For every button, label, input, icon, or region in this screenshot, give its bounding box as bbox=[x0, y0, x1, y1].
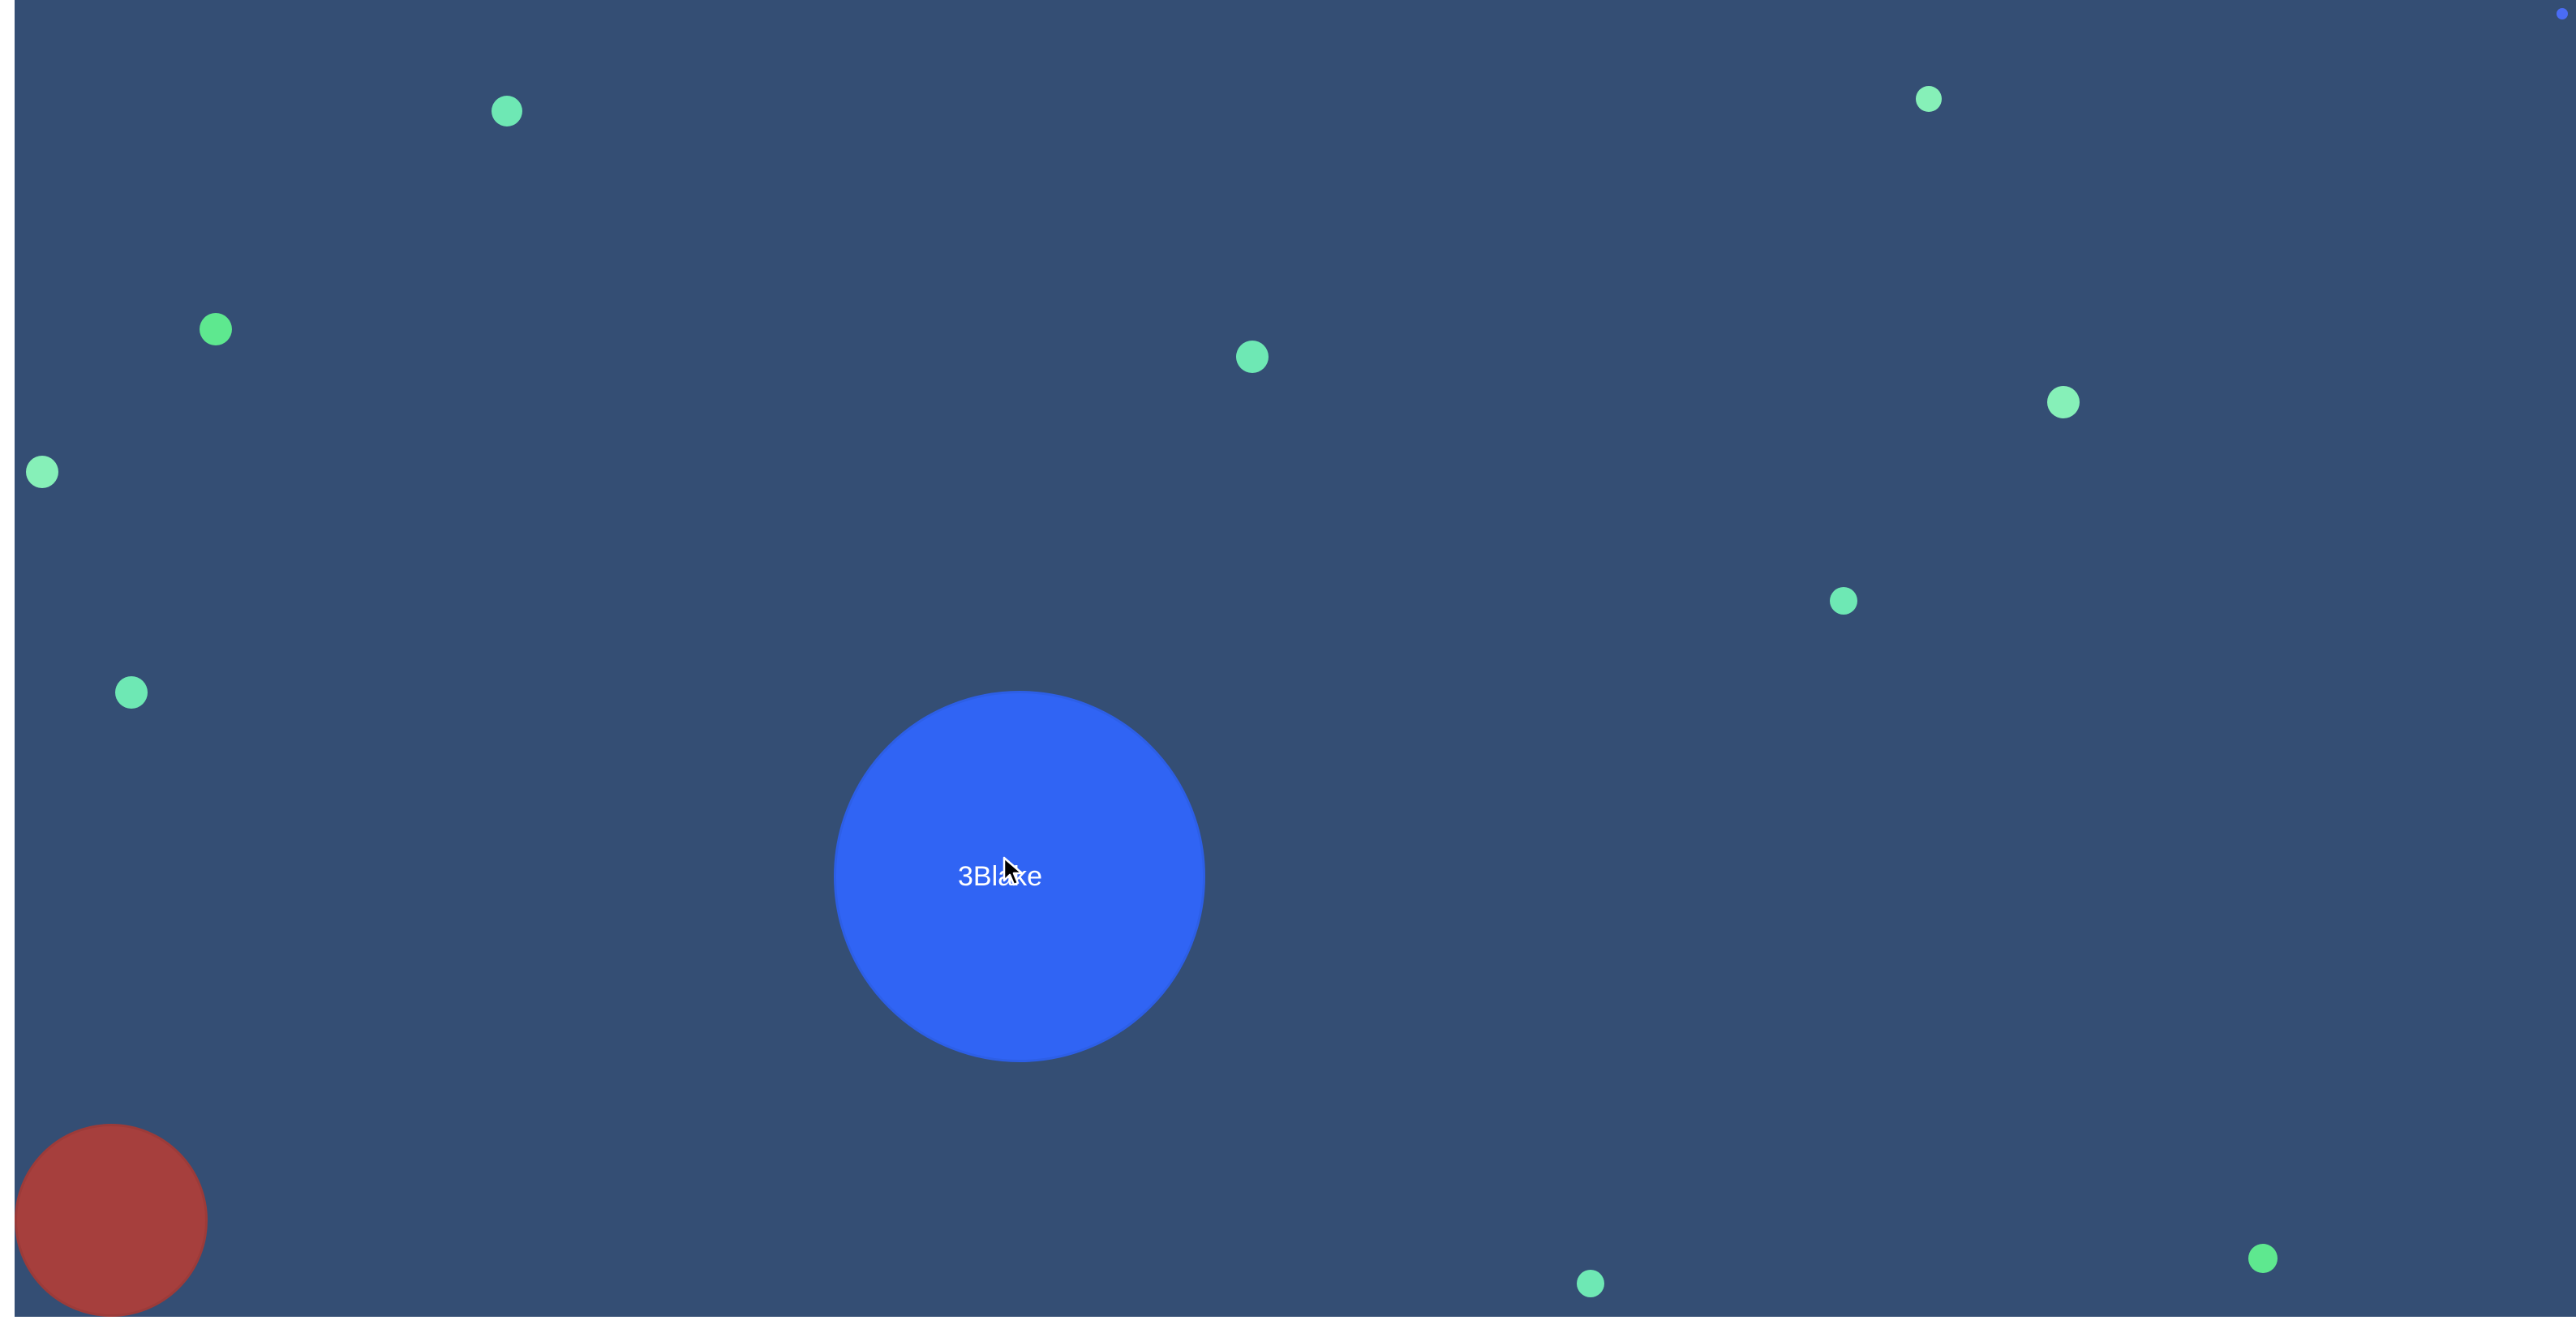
corner-indicator-dot bbox=[2557, 8, 2568, 19]
food-pellet bbox=[26, 456, 58, 488]
food-pellet bbox=[2047, 386, 2080, 418]
player-name-label: 3Blake bbox=[958, 860, 1042, 892]
food-pellet bbox=[1236, 341, 1269, 373]
food-pellet bbox=[115, 676, 148, 709]
game-canvas[interactable]: 3Blake bbox=[15, 0, 2576, 1317]
player-cell[interactable]: 3Blake bbox=[834, 691, 1205, 1062]
food-pellet bbox=[1577, 1270, 1604, 1297]
food-pellet bbox=[2248, 1244, 2278, 1273]
enemy-cell bbox=[15, 1124, 208, 1317]
food-pellet bbox=[492, 96, 522, 126]
food-pellet bbox=[200, 313, 232, 345]
food-pellet bbox=[1830, 587, 1857, 615]
food-pellet bbox=[1916, 86, 1942, 112]
